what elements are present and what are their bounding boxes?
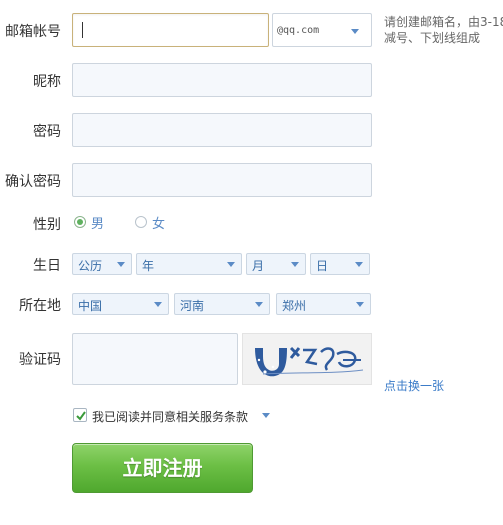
- gender-male-label[interactable]: 男: [91, 213, 104, 232]
- chevron-down-icon: [154, 302, 162, 307]
- agreement-checkbox[interactable]: [73, 408, 87, 422]
- confirm-password-input[interactable]: [72, 163, 372, 197]
- captcha-input[interactable]: [72, 333, 238, 385]
- month-value: 月: [252, 259, 265, 273]
- country-value: 中国: [78, 299, 103, 313]
- email-input[interactable]: [72, 13, 269, 47]
- chevron-down-icon: [227, 262, 235, 267]
- email-label: 邮箱帐号: [5, 24, 61, 40]
- chevron-down-icon: [255, 302, 263, 307]
- check-icon: [76, 411, 86, 421]
- gender-male-radio[interactable]: [74, 216, 86, 228]
- city-value: 郑州: [282, 299, 307, 313]
- calendar-value: 公历: [78, 259, 103, 273]
- birthday-calendar-select[interactable]: 公历: [72, 253, 132, 275]
- gender-female-label[interactable]: 女: [152, 213, 165, 232]
- birthday-year-select[interactable]: 年: [136, 253, 242, 275]
- email-hint-line2: 减号、下划线组成: [384, 31, 481, 45]
- password-label: 密码: [33, 124, 61, 140]
- captcha-glyphs-icon: [255, 346, 364, 377]
- chevron-down-icon[interactable]: [262, 413, 270, 418]
- location-label: 所在地: [19, 298, 61, 314]
- email-hint-line1: 请创建邮箱名，由3-18: [384, 15, 503, 29]
- province-value: 河南: [180, 299, 205, 313]
- nickname-input[interactable]: [72, 63, 372, 97]
- day-value: 日: [316, 259, 329, 273]
- email-hint: 请创建邮箱名，由3-18 减号、下划线组成: [384, 14, 503, 46]
- chevron-down-icon: [355, 262, 363, 267]
- gender-female-radio[interactable]: [135, 216, 147, 228]
- birthday-day-select[interactable]: 日: [310, 253, 370, 275]
- location-country-select[interactable]: 中国: [72, 293, 169, 315]
- chevron-down-icon: [117, 262, 125, 267]
- agreement-label[interactable]: 我已阅读并同意相关服务条款: [92, 408, 248, 425]
- email-domain-select[interactable]: @qq.com: [272, 13, 372, 47]
- chevron-down-icon: [291, 262, 299, 267]
- chevron-down-icon: [356, 302, 364, 307]
- location-city-select[interactable]: 郑州: [276, 293, 371, 315]
- refresh-captcha-link[interactable]: 点击换一张: [384, 377, 444, 394]
- nickname-label: 昵称: [33, 74, 61, 90]
- captcha-image[interactable]: [242, 333, 372, 385]
- email-domain-value: @qq.com: [277, 25, 320, 36]
- captcha-label: 验证码: [19, 352, 61, 368]
- birthday-month-select[interactable]: 月: [246, 253, 306, 275]
- birthday-label: 生日: [33, 258, 61, 274]
- password-input[interactable]: [72, 113, 372, 147]
- year-value: 年: [142, 259, 155, 273]
- chevron-down-icon: [351, 29, 359, 34]
- confirm-password-label: 确认密码: [5, 174, 61, 190]
- text-caret: [82, 22, 83, 38]
- register-button[interactable]: 立即注册: [72, 443, 253, 493]
- location-province-select[interactable]: 河南: [174, 293, 270, 315]
- gender-label: 性别: [33, 217, 61, 233]
